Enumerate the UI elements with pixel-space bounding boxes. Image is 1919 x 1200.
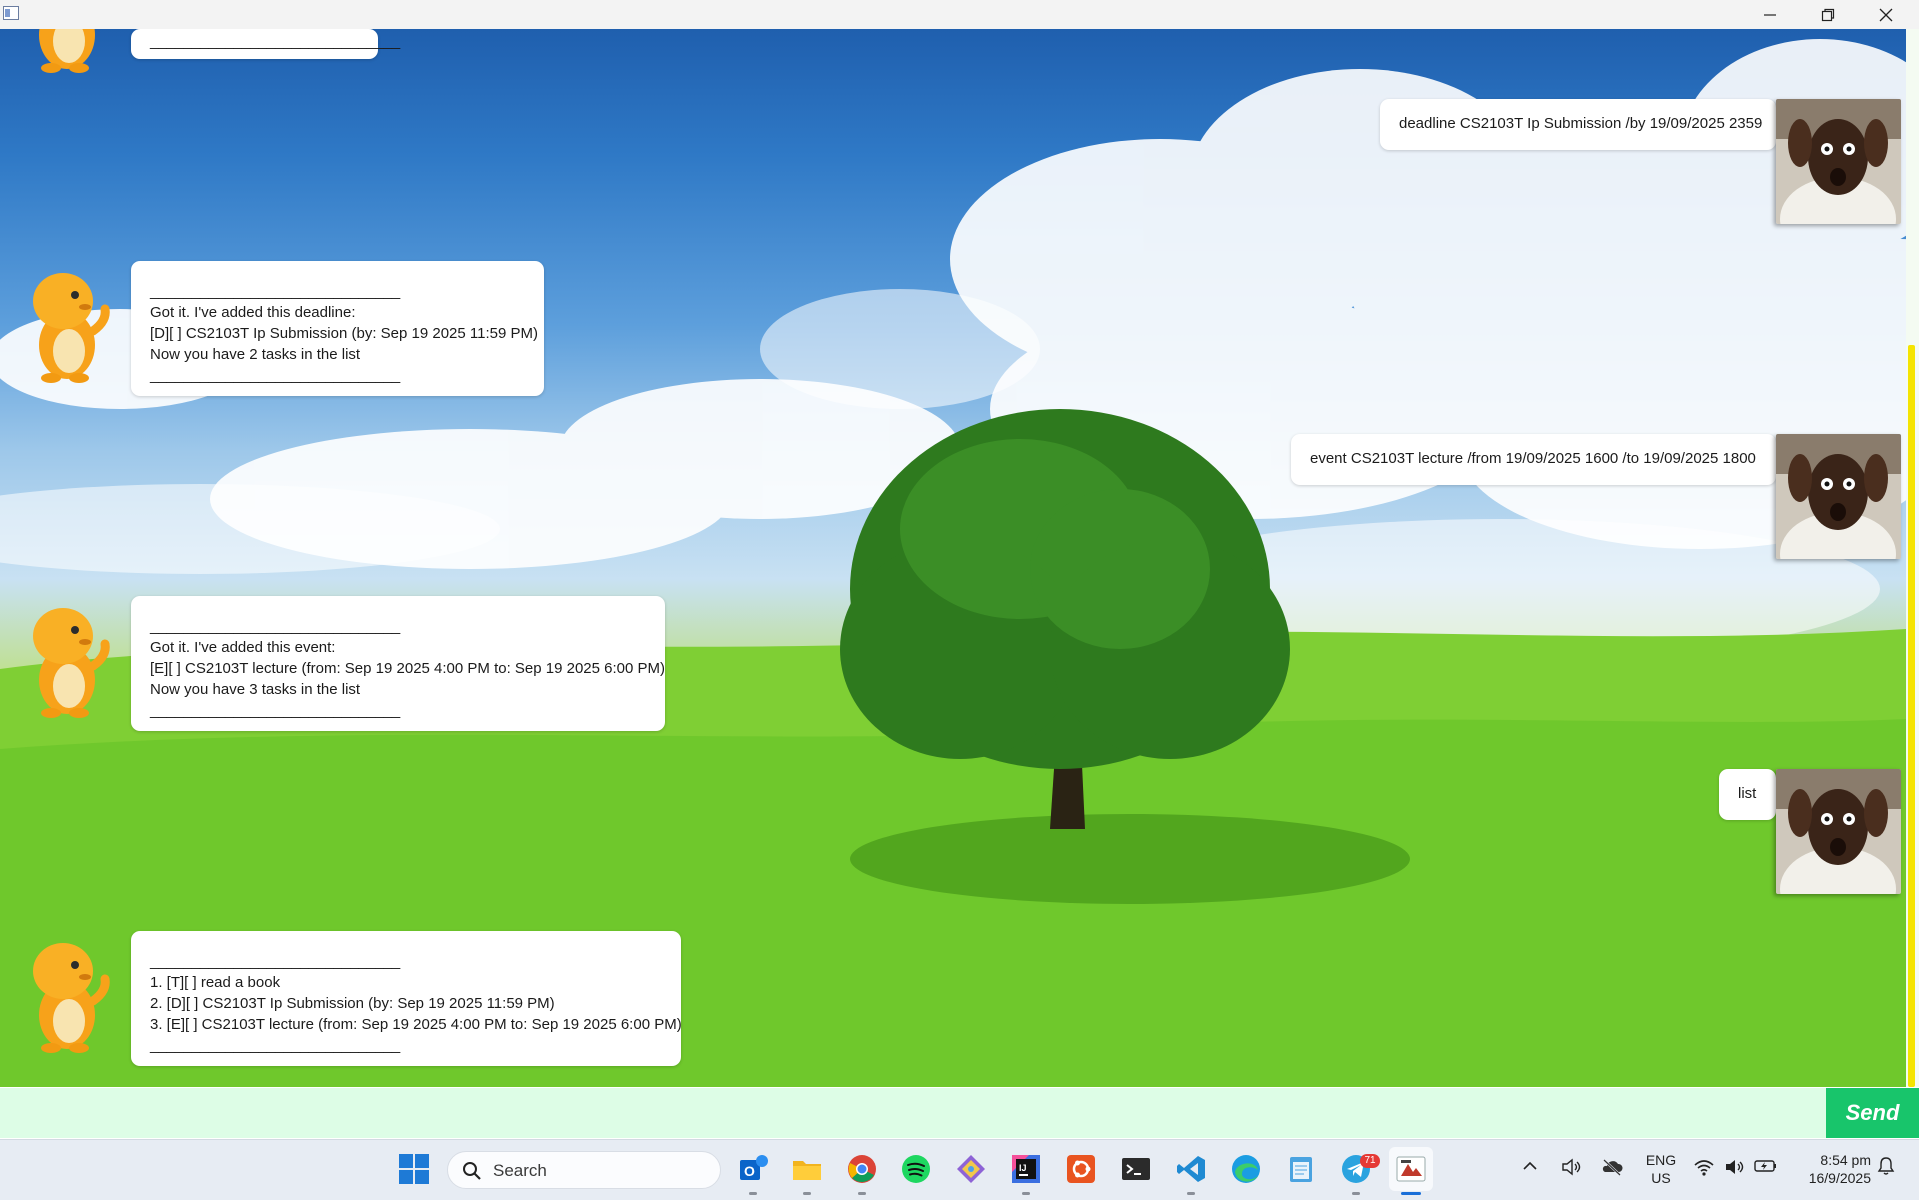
message-input[interactable] xyxy=(0,1088,1826,1138)
duke-message-bubble: ______________________________ xyxy=(131,29,401,59)
message-line: ______________________________ xyxy=(150,618,401,635)
duke-avatar xyxy=(33,608,110,718)
user-avatar xyxy=(1776,769,1901,894)
close-button[interactable] xyxy=(1857,0,1915,29)
message-line: ______________________________ xyxy=(150,953,401,970)
message-line: [E][ ] CS2103T lecture (from: Sep 19 202… xyxy=(150,660,666,677)
running-indicator xyxy=(858,1192,866,1195)
active-indicator xyxy=(1401,1192,1421,1195)
clock-time: 8:54 pm xyxy=(1820,1152,1871,1168)
scrollbar-thumb[interactable] xyxy=(1908,345,1915,1087)
chrome-icon xyxy=(848,1155,876,1183)
message-line: Got it. I've added this event: xyxy=(150,639,336,656)
search-icon xyxy=(463,1162,481,1180)
notification-bell-icon[interactable] xyxy=(1876,1156,1896,1176)
notepad-icon xyxy=(1290,1157,1312,1182)
user-avatar xyxy=(1776,99,1901,224)
edge-icon xyxy=(1232,1155,1260,1183)
language-code: ENG xyxy=(1645,1152,1677,1168)
message-line: ______________________________ xyxy=(150,367,401,384)
windows-start-icon xyxy=(399,1154,429,1184)
taskbar-app-intellij[interactable]: IJ xyxy=(1004,1147,1048,1191)
spotify-icon xyxy=(902,1155,930,1183)
language-indicator[interactable]: ENG US xyxy=(1643,1151,1679,1187)
file-explorer-icon xyxy=(793,1161,821,1180)
taskbar-app-file-explorer[interactable] xyxy=(785,1147,829,1191)
volume-icon[interactable] xyxy=(1724,1158,1746,1176)
message-line: ______________________________ xyxy=(150,702,401,719)
message-line: 3. [E][ ] CS2103T lecture (from: Sep 19 … xyxy=(150,1016,682,1033)
message-line: ______________________________ xyxy=(150,283,401,300)
minimize-icon xyxy=(1764,14,1776,16)
keyboard-region: US xyxy=(1651,1170,1671,1186)
taskbar-app-notepad[interactable] xyxy=(1279,1147,1323,1191)
message-line: 1. [T][ ] read a book xyxy=(150,974,281,991)
duke-avatar xyxy=(39,29,95,73)
taskbar-app-git-tool[interactable] xyxy=(949,1147,993,1191)
battery-charging-icon[interactable] xyxy=(1754,1158,1778,1174)
wifi-icon[interactable] xyxy=(1694,1158,1714,1176)
restore-button[interactable] xyxy=(1799,0,1857,29)
message-line: Now you have 2 tasks in the list xyxy=(150,346,361,363)
duke-avatar xyxy=(33,943,110,1053)
intellij-icon: IJ xyxy=(1012,1155,1040,1183)
running-indicator xyxy=(1022,1192,1030,1195)
taskbar-search[interactable]: Search xyxy=(447,1151,721,1189)
user-message-bubble: list xyxy=(1719,769,1776,820)
ubuntu-icon xyxy=(1067,1155,1095,1183)
app-icon xyxy=(3,6,19,20)
taskbar-app-ubuntu[interactable] xyxy=(1059,1147,1103,1191)
running-indicator xyxy=(749,1192,757,1195)
svg-text:IJ: IJ xyxy=(1019,1163,1027,1173)
clock[interactable]: 8:54 pm 16/9/2025 xyxy=(1785,1151,1871,1187)
chevron-up-icon[interactable] xyxy=(1522,1158,1538,1174)
outlook-icon: O xyxy=(740,1155,768,1180)
start-button[interactable] xyxy=(392,1147,436,1191)
restore-icon xyxy=(1821,8,1835,22)
taskbar-app-terminal[interactable] xyxy=(1114,1147,1158,1191)
close-icon xyxy=(1879,8,1893,22)
user-message-bubble: deadline CS2103T Ip Submission /by 19/09… xyxy=(1380,99,1776,150)
taskbar-app-edge[interactable] xyxy=(1224,1147,1268,1191)
background-image xyxy=(0,39,1906,1087)
java-app-icon xyxy=(1396,1156,1426,1182)
message-line: ______________________________ xyxy=(150,1037,401,1054)
taskbar-app-chrome[interactable] xyxy=(840,1147,884,1191)
git-tool-icon xyxy=(957,1155,985,1183)
telegram-unread-badge: 71 xyxy=(1360,1154,1380,1168)
taskbar: Search O IJ ENG US 8:54 pm 16/9/2025 xyxy=(0,1139,1919,1200)
svg-text:O: O xyxy=(744,1163,755,1179)
user-avatar xyxy=(1776,434,1901,559)
dialog-container[interactable]: ______________________________ deadline … xyxy=(0,29,1906,1087)
message-line: 2. [D][ ] CS2103T Ip Submission (by: Sep… xyxy=(150,995,555,1012)
user-message-bubble: event CS2103T lecture /from 19/09/2025 1… xyxy=(1291,434,1776,485)
window-title-bar[interactable] xyxy=(0,0,1919,30)
message-line: Got it. I've added this deadline: xyxy=(150,304,356,321)
message-line: [D][ ] CS2103T Ip Submission (by: Sep 19… xyxy=(150,325,538,342)
clock-date: 16/9/2025 xyxy=(1808,1170,1871,1186)
running-indicator xyxy=(1352,1192,1360,1195)
duke-message-bubble: ______________________________ Got it. I… xyxy=(131,596,665,731)
taskbar-app-outlook[interactable]: O xyxy=(731,1147,775,1191)
minimize-button[interactable] xyxy=(1741,0,1799,29)
terminal-icon xyxy=(1122,1158,1150,1180)
taskbar-app-spotify[interactable] xyxy=(894,1147,938,1191)
duke-message-bubble: ______________________________ Got it. I… xyxy=(131,261,544,396)
vscode-icon xyxy=(1177,1156,1205,1182)
running-indicator xyxy=(1187,1192,1195,1195)
search-label: Search xyxy=(493,1161,547,1180)
onedrive-offline-icon[interactable] xyxy=(1601,1158,1623,1176)
message-line: Now you have 3 tasks in the list xyxy=(150,681,361,698)
running-indicator xyxy=(803,1192,811,1195)
duke-avatar xyxy=(33,273,110,383)
duke-message-bubble: ______________________________ 1. [T][ ]… xyxy=(131,931,682,1066)
taskbar-app-java-app[interactable] xyxy=(1389,1147,1433,1191)
send-button[interactable]: Send xyxy=(1826,1088,1919,1138)
speaker-icon[interactable] xyxy=(1561,1158,1583,1176)
message-line: ______________________________ xyxy=(150,33,401,50)
taskbar-app-vscode[interactable] xyxy=(1169,1147,1213,1191)
